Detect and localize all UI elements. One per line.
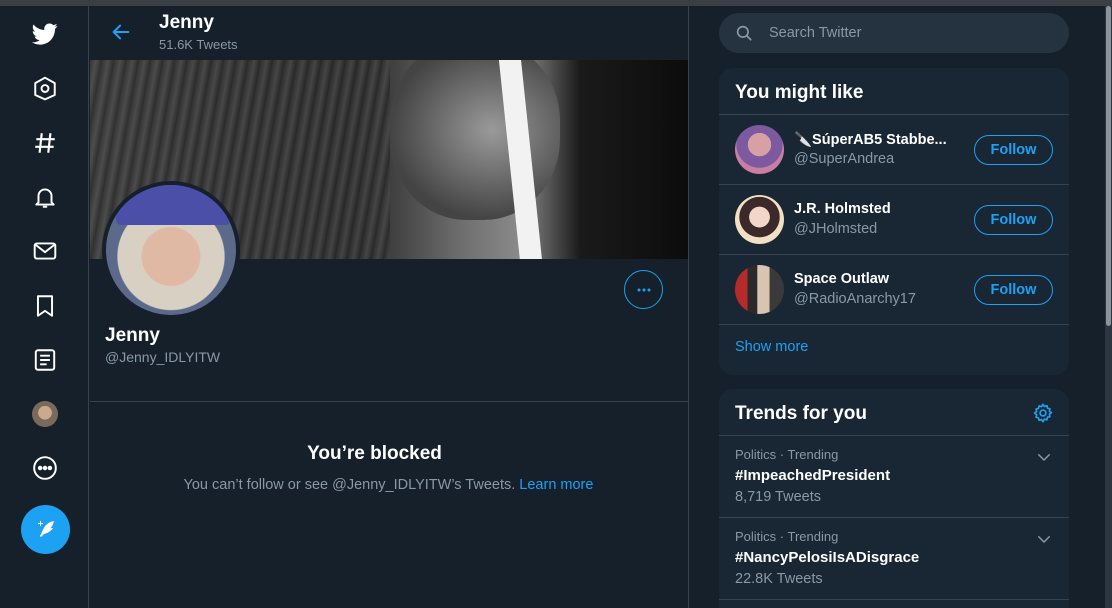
divider [719, 324, 1069, 325]
twitter-logo-icon[interactable] [25, 14, 65, 54]
user-handle: @RadioAnarchy17 [794, 291, 916, 307]
scrollbar-thumb[interactable] [1106, 6, 1111, 326]
user-name[interactable]: Space Outlaw [794, 271, 964, 287]
profile-handle: @Jenny_IDLYITW [105, 349, 221, 365]
search-input[interactable] [769, 23, 1049, 43]
user-avatar[interactable] [735, 195, 784, 244]
lists-icon[interactable] [25, 340, 65, 380]
user-handle: @JHolmsted [794, 221, 878, 237]
more-icon[interactable] [25, 448, 65, 488]
profile-avatar-icon[interactable] [25, 394, 65, 434]
suggested-user-row[interactable]: Space Outlaw @RadioAnarchy17 Follow [719, 255, 1069, 325]
trend-item[interactable]: Politics · Trending #ImpeachedPresident … [719, 436, 1069, 518]
trend-tweet-count: 8,719 Tweets [735, 489, 821, 505]
scrollbar[interactable] [1105, 6, 1112, 608]
trend-meta: Politics · Trending [735, 529, 839, 544]
user-name[interactable]: J.R. Holmsted [794, 201, 964, 217]
trend-item[interactable]: Politics · Trending #NancyPelosiIsADisgr… [719, 518, 1069, 600]
header-profile-name: Jenny [159, 12, 214, 33]
divider [719, 599, 1069, 600]
user-handle: @SuperAndrea [794, 151, 895, 167]
trend-meta: Politics · Trending [735, 447, 839, 462]
trend-hashtag[interactable]: #NancyPelosiIsADisgrace [735, 549, 919, 566]
trends-panel: Trends for you Politics · Trending #Impe… [719, 389, 1069, 608]
follow-button[interactable]: Follow [974, 275, 1053, 305]
follow-button[interactable]: Follow [974, 135, 1053, 165]
compose-tweet-button[interactable] [21, 505, 70, 554]
bookmarks-icon[interactable] [25, 286, 65, 326]
follow-button[interactable]: Follow [974, 205, 1053, 235]
profile-avatar[interactable] [102, 181, 240, 319]
settings-gear-icon[interactable] [1032, 402, 1054, 424]
search-icon [736, 25, 752, 41]
notifications-icon[interactable] [25, 177, 65, 217]
trend-tweet-count: 22.8K Tweets [735, 571, 823, 587]
messages-icon[interactable] [25, 231, 65, 271]
compose-tweet-icon [37, 520, 54, 537]
who-to-follow-panel: You might like 🔪SúperAB5 Stabbe... @Supe… [719, 68, 1069, 375]
profile-header-bar: Jenny 51.6K Tweets [89, 6, 688, 59]
blocked-message-line: You can’t follow or see @Jenny_IDLYITW’s… [89, 477, 688, 493]
user-avatar[interactable] [735, 125, 784, 174]
divider [90, 401, 688, 402]
more-dots-icon [637, 288, 650, 291]
profile-name: Jenny [105, 325, 160, 346]
suggested-user-row[interactable]: 🔪SúperAB5 Stabbe... @SuperAndrea Follow [719, 115, 1069, 185]
chevron-down-icon[interactable] [1035, 530, 1053, 548]
explore-icon[interactable] [25, 123, 65, 163]
trends-title: Trends for you [735, 403, 867, 424]
learn-more-link[interactable]: Learn more [519, 477, 593, 493]
search-box [719, 13, 1069, 53]
blocked-title: You’re blocked [307, 443, 442, 464]
chevron-down-icon[interactable] [1035, 448, 1053, 466]
show-more-link[interactable]: Show more [735, 339, 808, 355]
header-tweet-count: 51.6K Tweets [159, 37, 238, 52]
profile-more-button[interactable] [624, 270, 663, 309]
trend-hashtag[interactable]: #ImpeachedPresident [735, 467, 890, 484]
profile-column: Jenny 51.6K Tweets Jenny @Jenny_IDLYITW … [89, 6, 689, 608]
user-avatar[interactable] [735, 265, 784, 314]
suggested-user-row[interactable]: J.R. Holmsted @JHolmsted Follow [719, 185, 1069, 255]
user-name[interactable]: 🔪SúperAB5 Stabbe... [794, 131, 964, 148]
home-icon[interactable] [25, 68, 65, 108]
back-arrow-icon[interactable] [107, 18, 135, 46]
who-to-follow-title: You might like [735, 82, 864, 103]
left-navigation [0, 6, 89, 608]
blocked-message: You can’t follow or see @Jenny_IDLYITW’s… [183, 477, 516, 493]
